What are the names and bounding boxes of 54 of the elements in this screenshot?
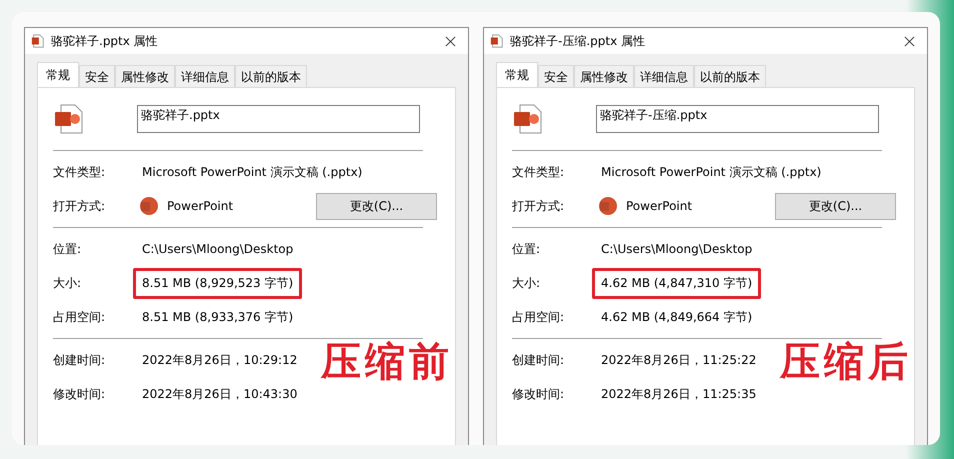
property-label: 创建时间: xyxy=(53,352,106,368)
property-label: 打开方式: xyxy=(53,198,106,214)
property-value: 8.51 MB (8,933,376 字节) xyxy=(141,308,294,326)
tab[interactable]: 常规 xyxy=(37,62,79,88)
tab[interactable]: 详细信息 xyxy=(175,65,235,87)
property-label: 文件类型: xyxy=(512,164,566,180)
property-label: 位置: xyxy=(512,240,542,258)
highlighted-value: 4.62 MB (4,847,310 字节) xyxy=(592,268,762,298)
tab[interactable]: 以前的版本 xyxy=(694,65,766,87)
tab[interactable]: 以前的版本 xyxy=(235,65,307,87)
app-name: PowerPoint xyxy=(626,199,692,213)
highlighted-value: 8.51 MB (8,929,523 字节) xyxy=(133,268,302,298)
property-label: 修改时间: xyxy=(53,386,106,402)
property-label: 文件类型: xyxy=(53,164,106,180)
app-icon xyxy=(139,196,159,216)
app-icon xyxy=(598,196,618,216)
property-label: 打开方式: xyxy=(512,198,566,214)
tab[interactable]: 属性修改 xyxy=(115,65,175,87)
window-title: 骆驼祥子.pptx 属性 xyxy=(51,32,159,50)
tab[interactable]: 属性修改 xyxy=(574,65,634,87)
property-label: 大小: xyxy=(53,274,82,292)
window-title: 骆驼祥子-压缩.pptx 属性 xyxy=(510,32,646,50)
property-label: 位置: xyxy=(53,240,82,258)
presentation-file-icon xyxy=(53,103,85,135)
tab[interactable]: 安全 xyxy=(538,65,574,87)
property-value: 2022年8月26日，11:25:35 xyxy=(600,386,758,402)
tab[interactable]: 安全 xyxy=(79,65,115,87)
presentation-file-icon xyxy=(31,34,45,48)
property-value: 2022年8月26日，10:43:30 xyxy=(141,386,298,402)
property-label: 创建时间: xyxy=(512,352,566,368)
property-label: 占用空间: xyxy=(53,308,106,326)
app-name: PowerPoint xyxy=(167,199,234,213)
property-value: C:\Users\Mloong\Desktop xyxy=(141,241,294,258)
change-button[interactable]: 更改(C)... xyxy=(316,192,437,220)
change-button[interactable]: 更改(C)... xyxy=(775,192,896,220)
property-label: 修改时间: xyxy=(512,386,566,402)
tab[interactable]: 常规 xyxy=(496,62,538,88)
filename-field[interactable]: 骆驼祥子.pptx xyxy=(137,105,420,133)
tab[interactable]: 详细信息 xyxy=(634,65,694,87)
property-value: 4.62 MB (4,849,664 字节) xyxy=(600,308,754,326)
close-icon[interactable] xyxy=(904,36,915,46)
filename-field[interactable]: 骆驼祥子-压缩.pptx xyxy=(596,105,879,133)
property-value: Microsoft PowerPoint 演示文稿 (.pptx) xyxy=(600,164,822,180)
presentation-file-icon xyxy=(490,34,504,48)
property-label: 大小: xyxy=(512,274,542,292)
property-value: C:\Users\Mloong\Desktop xyxy=(600,241,754,258)
annotation-text: 压缩后 xyxy=(780,338,912,387)
property-value: 2022年8月26日，10:29:12 xyxy=(141,352,298,368)
close-icon[interactable] xyxy=(445,36,456,46)
property-value: Microsoft PowerPoint 演示文稿 (.pptx) xyxy=(141,164,364,180)
property-label: 占用空间: xyxy=(512,308,566,326)
property-value: 2022年8月26日，11:25:22 xyxy=(600,352,758,368)
presentation-file-icon xyxy=(512,103,544,135)
annotation-text: 压缩前 xyxy=(321,338,453,387)
